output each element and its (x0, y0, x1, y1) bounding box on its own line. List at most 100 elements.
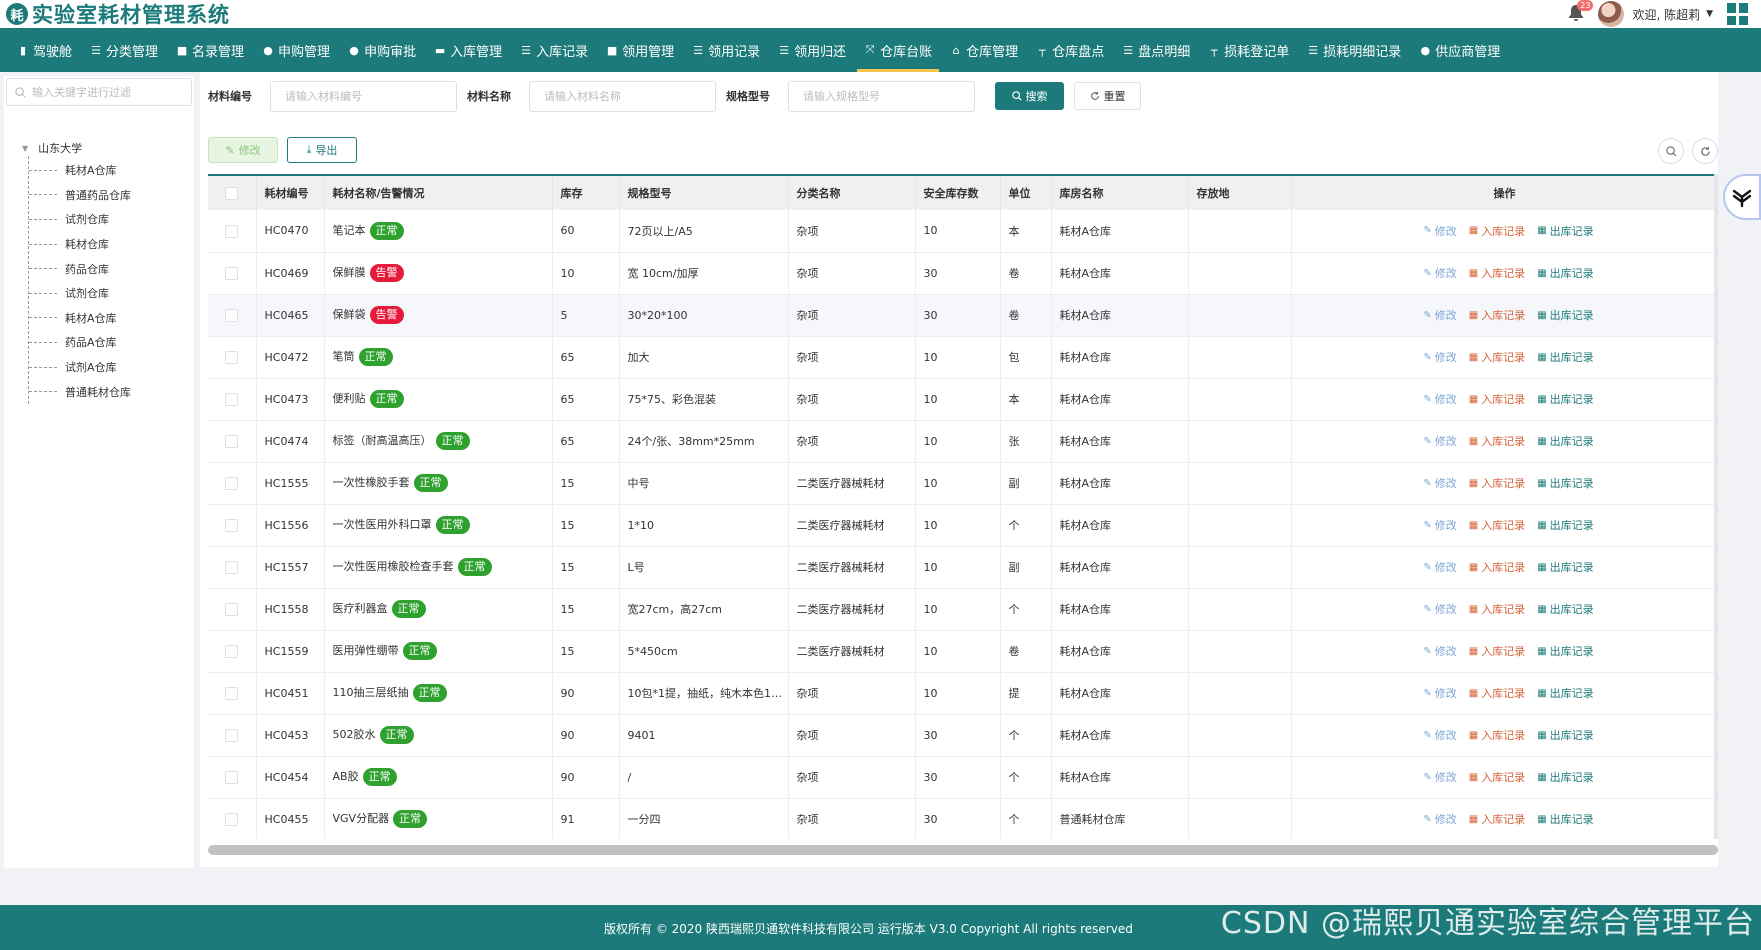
nav-item-8[interactable]: ☰ 领用记录 (683, 28, 769, 72)
row-outbound-link[interactable]: ▦ 出库记录 (1537, 307, 1593, 323)
row-edit-link[interactable]: ✎ 修改 (1423, 433, 1456, 449)
assistant-button[interactable] (1723, 174, 1761, 220)
row-outbound-link[interactable]: ▦ 出库记录 (1537, 433, 1593, 449)
row-edit-link[interactable]: ✎ 修改 (1423, 559, 1456, 575)
row-outbound-link[interactable]: ▦ 出库记录 (1537, 643, 1593, 659)
table-row[interactable]: HC0455 VGV分配器 正常 91 一分四 杂项 30 个普通耗材仓库 ✎ 修改 ▦ 入库记录 ▦ 出… (208, 798, 1718, 839)
row-edit-link[interactable]: ✎ 修改 (1423, 475, 1456, 491)
row-edit-link[interactable]: ✎ 修改 (1423, 223, 1456, 239)
caret-down-icon[interactable]: ▼ (22, 144, 28, 153)
row-inbound-link[interactable]: ▦ 入库记录 (1469, 601, 1525, 617)
vertical-scrollbar[interactable] (1714, 174, 1718, 839)
row-edit-link[interactable]: ✎ 修改 (1423, 811, 1456, 827)
notification-button[interactable]: 23 (1566, 0, 1594, 25)
row-inbound-link[interactable]: ▦ 入库记录 (1469, 559, 1525, 575)
nav-item-11[interactable]: ⌂ 仓库管理 (941, 28, 1027, 72)
row-inbound-link[interactable]: ▦ 入库记录 (1469, 517, 1525, 533)
select-all-checkbox[interactable] (225, 186, 239, 200)
row-outbound-link[interactable]: ▦ 出库记录 (1537, 223, 1593, 239)
tree-node[interactable]: 药品仓库 (29, 256, 131, 281)
tree-node[interactable]: 耗材A仓库 (29, 306, 131, 331)
table-row[interactable]: HC1557 一次性医用橡胶检查手套 正常 15 L号 二类医疗器械耗材 10 副耗材A仓库 ✎… (208, 546, 1718, 589)
col-safe-stock[interactable]: 安全库存数 (915, 176, 1001, 210)
col-location[interactable]: 存放地 (1188, 176, 1292, 210)
row-outbound-link[interactable]: ▦ 出库记录 (1537, 559, 1593, 575)
tree-node[interactable]: 普通药品仓库 (29, 183, 131, 208)
table-row[interactable]: HC0472 笔筒 正常 65 加大 杂项 10 包耗材A仓库 ✎ 修改 ▦ 入库记录 ▦ 出库记录 (208, 336, 1718, 379)
row-checkbox[interactable] (225, 686, 239, 700)
nav-item-6[interactable]: ☰ 入库记录 (511, 28, 597, 72)
row-edit-link[interactable]: ✎ 修改 (1423, 769, 1456, 785)
row-edit-link[interactable]: ✎ 修改 (1423, 391, 1456, 407)
refresh-button[interactable] (1692, 138, 1718, 164)
row-edit-link[interactable]: ✎ 修改 (1423, 601, 1456, 617)
row-inbound-link[interactable]: ▦ 入库记录 (1469, 475, 1525, 491)
app-grid-icon[interactable] (1727, 3, 1749, 25)
nav-item-14[interactable]: ┬ 损耗登记单 (1199, 28, 1298, 72)
nav-item-9[interactable]: ☰ 领用归还 (769, 28, 855, 72)
row-edit-link[interactable]: ✎ 修改 (1423, 643, 1456, 659)
nav-item-0[interactable]: ▮ 驾驶舱 (8, 28, 81, 72)
table-row[interactable]: HC0474 标签（耐高温高压） 正常 65 24个/张、38mm*25mm 杂项 10 张耗… (208, 420, 1718, 463)
table-row[interactable]: HC1556 一次性医用外科口罩 正常 15 1*10 二类医疗器械耗材 10 个耗材A仓库 ✎… (208, 504, 1718, 547)
row-inbound-link[interactable]: ▦ 入库记录 (1469, 433, 1525, 449)
nav-item-16[interactable]: ● 供应商管理 (1410, 28, 1509, 72)
table-row[interactable]: HC0451 110抽三层纸抽 正常 90 10包*1提，抽纸，纯木本色110... 杂项… (208, 672, 1718, 715)
col-name[interactable]: 耗材名称/告警情况 (324, 176, 553, 210)
row-outbound-link[interactable]: ▦ 出库记录 (1537, 391, 1593, 407)
row-outbound-link[interactable]: ▦ 出库记录 (1537, 727, 1593, 743)
edit-button[interactable]: ✎ 修改 (208, 137, 278, 163)
row-inbound-link[interactable]: ▦ 入库记录 (1469, 265, 1525, 281)
nav-item-5[interactable]: ▬ 入库管理 (425, 28, 511, 72)
row-inbound-link[interactable]: ▦ 入库记录 (1469, 685, 1525, 701)
avatar[interactable] (1598, 1, 1625, 27)
row-outbound-link[interactable]: ▦ 出库记录 (1537, 475, 1593, 491)
row-checkbox[interactable] (225, 812, 239, 826)
row-outbound-link[interactable]: ▦ 出库记录 (1537, 517, 1593, 533)
row-edit-link[interactable]: ✎ 修改 (1423, 265, 1456, 281)
row-outbound-link[interactable]: ▦ 出库记录 (1537, 769, 1593, 785)
chevron-down-icon[interactable]: ▼ (1706, 9, 1713, 19)
row-checkbox[interactable] (225, 392, 239, 406)
row-checkbox[interactable] (225, 518, 239, 532)
tree-node[interactable]: 试剂A仓库 (29, 355, 131, 380)
col-unit[interactable]: 单位 (1000, 176, 1052, 210)
row-inbound-link[interactable]: ▦ 入库记录 (1469, 727, 1525, 743)
row-inbound-link[interactable]: ▦ 入库记录 (1469, 223, 1525, 239)
table-row[interactable]: HC0465 保鲜袋 告警 5 30*20*100 杂项 30 卷耗材A仓库 ✎ 修改 ▦ 入库记录 ▦… (208, 294, 1718, 337)
row-outbound-link[interactable]: ▦ 出库记录 (1537, 265, 1593, 281)
row-edit-link[interactable]: ✎ 修改 (1423, 685, 1456, 701)
nav-item-12[interactable]: ┬ 仓库盘点 (1027, 28, 1113, 72)
row-checkbox[interactable] (225, 224, 239, 238)
tree-node[interactable]: 普通耗材仓库 (29, 379, 131, 404)
row-edit-link[interactable]: ✎ 修改 (1423, 517, 1456, 533)
row-inbound-link[interactable]: ▦ 入库记录 (1469, 391, 1525, 407)
row-checkbox[interactable] (225, 434, 239, 448)
tree-node[interactable]: 耗材A仓库 (29, 158, 131, 183)
nav-item-1[interactable]: ☰ 分类管理 (81, 28, 167, 72)
tree-root[interactable]: ▼ 山东大学 (22, 140, 131, 156)
row-checkbox[interactable] (225, 308, 239, 322)
table-row[interactable]: HC0473 便利贴 正常 65 75*75、彩色混装 杂项 10 本耗材A仓库 ✎ 修改 ▦ 入库记… (208, 378, 1718, 421)
reset-button[interactable]: 重置 (1074, 82, 1141, 110)
nav-item-2[interactable]: ■ 名录管理 (167, 28, 253, 72)
col-code[interactable]: 耗材编号 (256, 176, 325, 210)
tree-filter-input[interactable]: 输入关键字进行过滤 (6, 78, 192, 106)
table-row[interactable]: HC1555 一次性橡胶手套 正常 15 中号 二类医疗器械耗材 10 副耗材A仓库 ✎ 修改 ▦ 入… (208, 462, 1718, 505)
table-row[interactable]: HC0470 笔记本 正常 60 72页以上/A5 杂项 10 本耗材A仓库 ✎ 修改 ▦ 入库记录 ▦… (208, 210, 1718, 253)
row-checkbox[interactable] (225, 728, 239, 742)
col-spec[interactable]: 规格型号 (619, 176, 789, 210)
row-inbound-link[interactable]: ▦ 入库记录 (1469, 811, 1525, 827)
row-edit-link[interactable]: ✎ 修改 (1423, 349, 1456, 365)
row-inbound-link[interactable]: ▦ 入库记录 (1469, 349, 1525, 365)
toggle-search-button[interactable] (1658, 138, 1684, 164)
row-checkbox[interactable] (225, 560, 239, 574)
row-outbound-link[interactable]: ▦ 出库记录 (1537, 601, 1593, 617)
export-button[interactable]: ⤓ 导出 (287, 137, 357, 163)
table-row[interactable]: HC0454 AB胶 正常 90/杂项 30 个耗材A仓库 ✎ 修改 ▦ 入库记录 ▦ 出库记录 (208, 756, 1718, 799)
col-warehouse[interactable]: 库房名称 (1051, 176, 1189, 210)
row-inbound-link[interactable]: ▦ 入库记录 (1469, 643, 1525, 659)
col-category[interactable]: 分类名称 (788, 176, 916, 210)
row-inbound-link[interactable]: ▦ 入库记录 (1469, 307, 1525, 323)
row-checkbox[interactable] (225, 644, 239, 658)
